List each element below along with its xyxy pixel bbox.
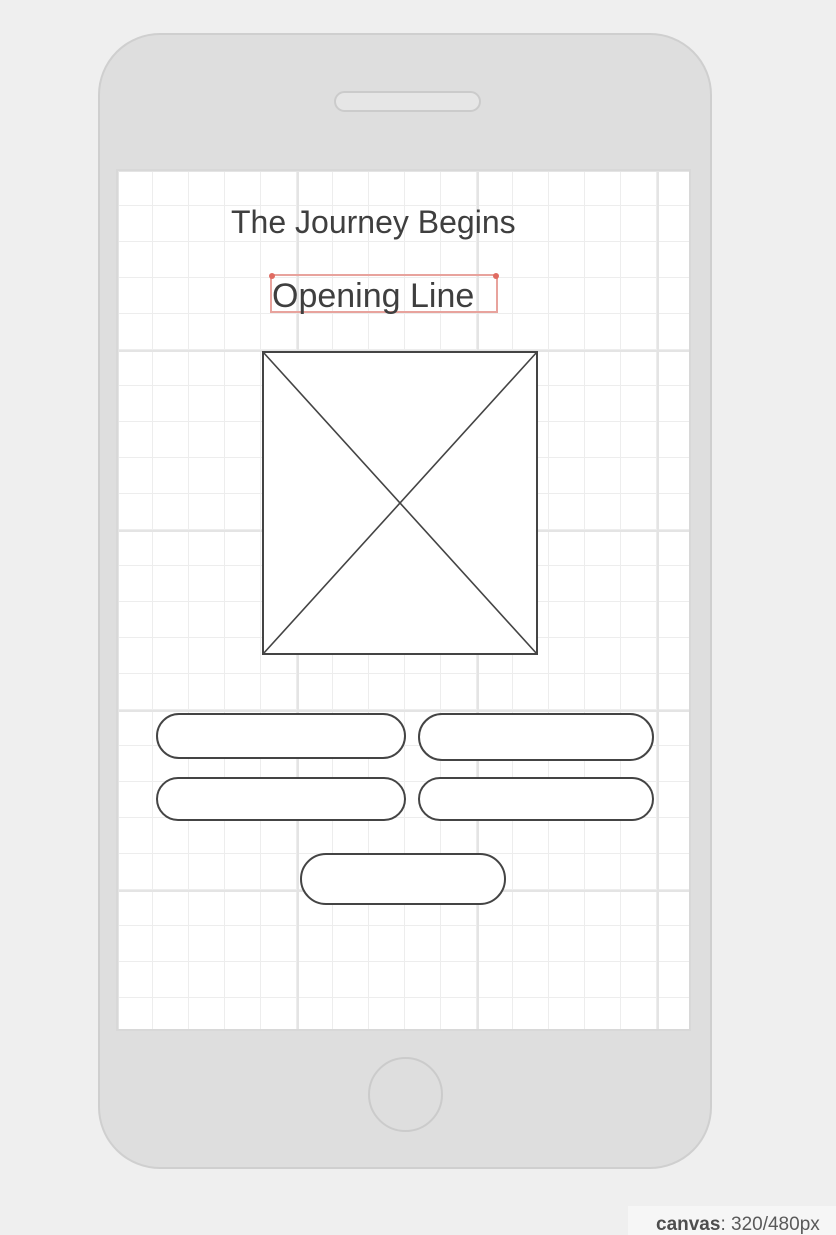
option-button-4[interactable] <box>418 777 654 821</box>
opening-line-text[interactable]: Opening Line <box>272 277 474 316</box>
canvas-label-value: : 320/480px <box>720 1214 820 1235</box>
speaker-slot <box>334 91 481 112</box>
screen-title[interactable]: The Journey Begins <box>231 204 516 241</box>
canvas-size-label: canvas: 320/480px <box>628 1206 836 1235</box>
resize-handle-top-right[interactable] <box>493 273 499 279</box>
image-placeholder-icon[interactable] <box>262 351 538 655</box>
option-button-2[interactable] <box>418 713 654 761</box>
option-button-3[interactable] <box>156 777 406 821</box>
canvas-label-key: canvas <box>656 1214 721 1235</box>
continue-button[interactable] <box>300 853 506 905</box>
home-button[interactable] <box>368 1057 443 1132</box>
option-button-1[interactable] <box>156 713 406 759</box>
